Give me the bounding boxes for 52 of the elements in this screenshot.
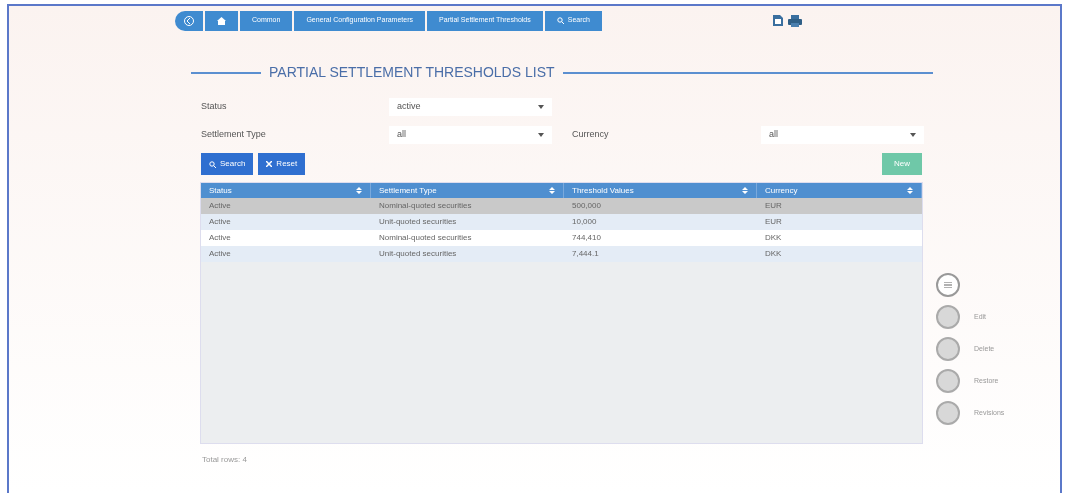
table-row[interactable]: Active Unit-quoted securities 7,444.1 DKK bbox=[201, 246, 922, 262]
field-label: Status bbox=[201, 100, 228, 114]
caret-icon bbox=[910, 133, 916, 137]
table-row[interactable]: Active Nominal-quoted securities 500,000 EUR bbox=[201, 198, 922, 214]
new-button[interactable]: New bbox=[882, 153, 922, 175]
field-label: Settlement Type bbox=[201, 128, 267, 142]
action-button[interactable] bbox=[936, 401, 960, 425]
table-cell-text: Active bbox=[208, 232, 232, 244]
caret-icon bbox=[538, 133, 544, 137]
sort-icon[interactable] bbox=[907, 187, 913, 194]
table-cell-text: Active bbox=[208, 216, 232, 228]
action-button[interactable] bbox=[936, 369, 960, 393]
table-cell-text: Nominal-quoted securities bbox=[378, 200, 473, 212]
field-label: Currency bbox=[572, 128, 610, 142]
document-icon[interactable] bbox=[771, 14, 784, 27]
printer-icon[interactable] bbox=[787, 14, 802, 27]
sort-icon[interactable] bbox=[742, 187, 748, 194]
table-cell-text: Active bbox=[208, 248, 232, 260]
table-cell-text: Unit-quoted securities bbox=[378, 248, 458, 260]
back-button[interactable] bbox=[175, 10, 203, 31]
sort-icon[interactable] bbox=[356, 187, 362, 194]
status-dropdown[interactable]: active bbox=[389, 98, 552, 116]
sort-icon[interactable] bbox=[549, 187, 555, 194]
table-cell-text: DKK bbox=[764, 248, 783, 260]
table-cell-text: 744,410 bbox=[571, 232, 602, 244]
close-icon bbox=[266, 161, 273, 167]
home-icon bbox=[217, 16, 226, 25]
reset-button[interactable]: Reset bbox=[258, 153, 306, 175]
table-cell-text: EUR bbox=[764, 200, 783, 212]
currency-dropdown[interactable]: all bbox=[761, 126, 924, 144]
table-cell-text: Active bbox=[208, 200, 232, 212]
search-icon bbox=[209, 160, 216, 168]
page-title: PARTIAL SETTLEMENT THRESHOLDS LIST bbox=[269, 63, 555, 82]
table-cell-text: 7,444.1 bbox=[571, 248, 600, 260]
action-button[interactable] bbox=[936, 305, 960, 329]
home-button[interactable] bbox=[205, 10, 238, 31]
table-cell-text: 500,000 bbox=[571, 200, 602, 212]
table-cell-text: EUR bbox=[764, 216, 783, 228]
caret-icon bbox=[538, 105, 544, 109]
settlement-type-dropdown[interactable]: all bbox=[389, 126, 552, 144]
table-cell-text: Unit-quoted securities bbox=[378, 216, 458, 228]
search-icon bbox=[556, 17, 564, 24]
table-row[interactable]: Active Nominal-quoted securities 744,410 DKK bbox=[201, 230, 922, 246]
menu-button[interactable] bbox=[936, 273, 960, 297]
table-cell-text: 10,000 bbox=[571, 216, 598, 228]
table-cell-text: DKK bbox=[764, 232, 783, 244]
search-button[interactable]: Search bbox=[201, 153, 254, 175]
total-rows-text: Total rows: 4 bbox=[202, 454, 248, 466]
action-button[interactable] bbox=[936, 337, 960, 361]
table-cell-text: Nominal-quoted securities bbox=[378, 232, 473, 244]
menu-icon bbox=[944, 282, 952, 288]
table-row[interactable]: Active Unit-quoted securities 10,000 EUR bbox=[201, 214, 922, 230]
